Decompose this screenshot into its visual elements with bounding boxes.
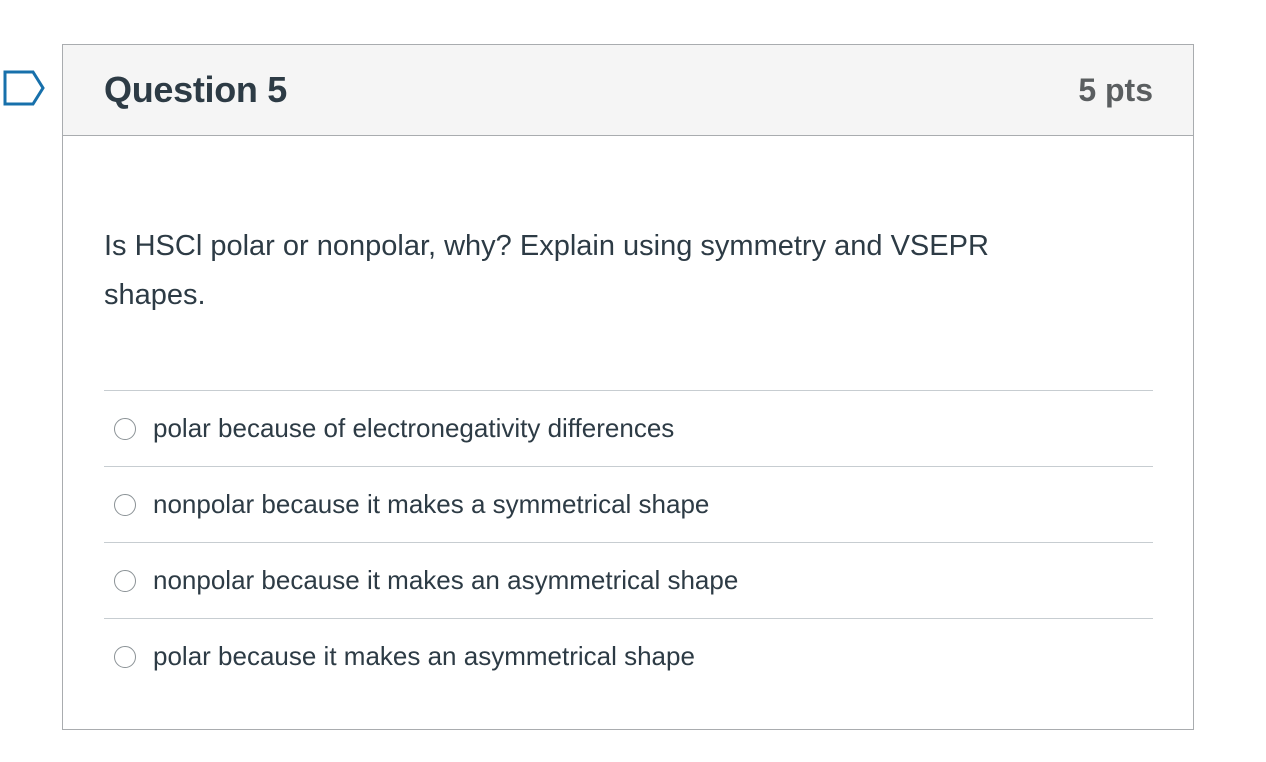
answer-option[interactable]: nonpolar because it makes an asymmetrica… [104,543,1153,619]
answer-list: polar because of electronegativity diffe… [104,390,1153,694]
question-text: Is HSCl polar or nonpolar, why? Explain … [104,230,989,311]
question-title: Question 5 [104,69,288,110]
answer-option[interactable]: polar because of electronegativity diffe… [104,391,1153,467]
answer-label[interactable]: polar because it makes an asymmetrical s… [153,641,695,672]
question-card: Question 5 5 pts Is HSCl polar or nonpol… [62,44,1194,730]
radio-button[interactable] [114,569,136,592]
answer-label[interactable]: nonpolar because it makes a symmetrical … [153,489,709,520]
question-body: Is HSCl polar or nonpolar, why? Explain … [63,222,1193,694]
radio-button[interactable] [114,417,136,440]
radio-button[interactable] [114,493,136,516]
answer-label[interactable]: nonpolar because it makes an asymmetrica… [153,565,738,596]
answer-label[interactable]: polar because of electronegativity diffe… [153,413,674,444]
question-points: 5 pts [1078,71,1153,108]
answer-option[interactable]: polar because it makes an asymmetrical s… [104,619,1153,694]
radio-button[interactable] [114,645,136,668]
flag-question-icon[interactable] [3,70,45,106]
answer-option[interactable]: nonpolar because it makes a symmetrical … [104,467,1153,543]
question-header: Question 5 5 pts [63,45,1193,136]
